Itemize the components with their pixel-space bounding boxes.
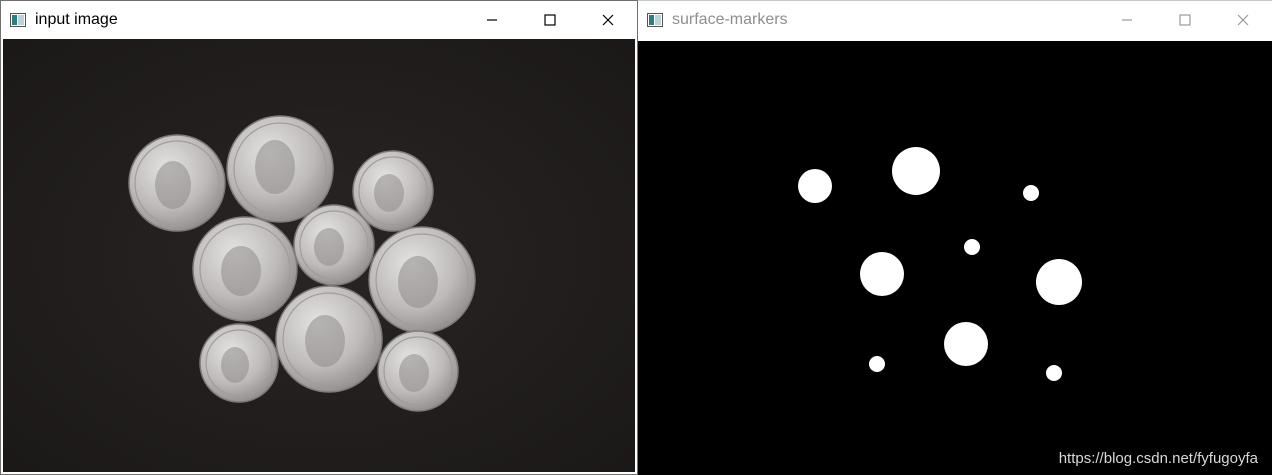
marker-blob bbox=[892, 147, 940, 195]
input-image bbox=[3, 39, 635, 472]
marker-blob bbox=[1046, 365, 1062, 381]
marker-blob bbox=[860, 252, 904, 296]
close-button[interactable] bbox=[1214, 1, 1272, 39]
marker-blob bbox=[944, 322, 988, 366]
marker-blob bbox=[1036, 259, 1082, 305]
window-title: surface-markers bbox=[672, 11, 788, 28]
maximize-button[interactable] bbox=[521, 1, 579, 39]
close-button[interactable] bbox=[579, 1, 637, 39]
surface-markers-window[interactable]: surface-markers https://blog.csdn.net/fy… bbox=[638, 0, 1272, 475]
watermark: https://blog.csdn.net/fyfugoyfa bbox=[1058, 450, 1258, 467]
minimize-icon bbox=[1122, 19, 1132, 21]
markers-mask bbox=[638, 41, 1272, 475]
app-icon bbox=[647, 13, 663, 27]
title-bar[interactable]: input image bbox=[1, 1, 637, 39]
maximize-button[interactable] bbox=[1156, 1, 1214, 39]
app-icon bbox=[10, 13, 26, 27]
minimize-icon bbox=[487, 19, 497, 21]
maximize-icon bbox=[1179, 14, 1191, 26]
minimize-button[interactable] bbox=[463, 1, 521, 39]
window-title: input image bbox=[35, 11, 118, 28]
title-bar[interactable]: surface-markers bbox=[638, 1, 1272, 39]
maximize-icon bbox=[544, 14, 556, 26]
input-image-window[interactable]: input image bbox=[0, 0, 638, 475]
close-icon bbox=[1237, 14, 1249, 26]
coins-photo bbox=[3, 39, 635, 472]
close-icon bbox=[602, 14, 614, 26]
marker-blob bbox=[1023, 185, 1039, 201]
minimize-button[interactable] bbox=[1098, 1, 1156, 39]
marker-blob bbox=[869, 356, 885, 372]
marker-blob bbox=[798, 169, 832, 203]
marker-blob bbox=[964, 239, 980, 255]
surface-markers-image: https://blog.csdn.net/fyfugoyfa bbox=[638, 41, 1272, 475]
